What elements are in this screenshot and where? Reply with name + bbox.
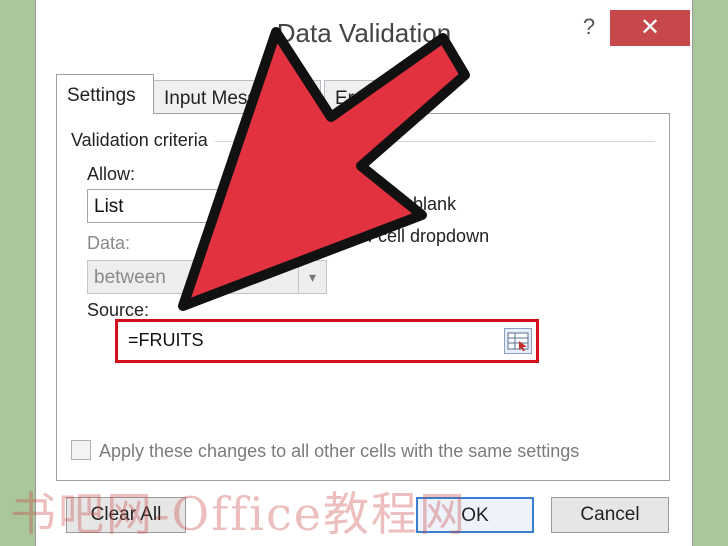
allow-value: List	[94, 196, 124, 217]
clear-all-button[interactable]: Clear All	[66, 497, 186, 533]
validation-criteria-label: Validation criteria	[71, 130, 208, 150]
tab-bar: Settings Input Message Error Alert	[56, 74, 676, 114]
tab-settings[interactable]: Settings	[56, 74, 154, 114]
source-highlight-box: =FRUITS	[115, 319, 539, 363]
ok-button[interactable]: OK	[416, 497, 534, 533]
apply-all-checkbox[interactable]	[71, 440, 91, 460]
close-button[interactable]: ✕	[610, 10, 690, 46]
source-label: Source:	[87, 300, 150, 320]
allow-label: Allow:	[87, 164, 136, 184]
cancel-button[interactable]: Cancel	[551, 497, 669, 533]
ignore-blank-checkbox-label[interactable]: Ignore blank	[357, 194, 456, 215]
help-button[interactable]: ?	[576, 12, 602, 42]
range-select-button[interactable]	[504, 328, 532, 354]
data-select: between ▾	[87, 260, 327, 294]
in-cell-dropdown-checkbox-label[interactable]: In-cell dropdown	[357, 226, 489, 247]
chevron-down-icon: ▾	[298, 261, 326, 293]
tab-error-alert[interactable]: Error Alert	[324, 80, 424, 114]
data-label: Data:	[87, 233, 131, 253]
allow-select[interactable]: List	[87, 189, 327, 223]
title-bar: Data Validation ? ✕	[36, 0, 692, 58]
range-select-icon	[507, 332, 529, 351]
group-divider	[215, 141, 655, 142]
apply-all-label: Apply these changes to all other cells w…	[99, 441, 580, 461]
source-input[interactable]: =FRUITS	[122, 326, 532, 356]
data-value: between	[94, 267, 166, 288]
data-validation-dialog: Data Validation ? ✕ Settings Input Messa…	[35, 0, 693, 546]
tab-input-message[interactable]: Input Message	[153, 80, 321, 114]
settings-panel: Validation criteria Allow: List Ignore b…	[56, 113, 670, 481]
